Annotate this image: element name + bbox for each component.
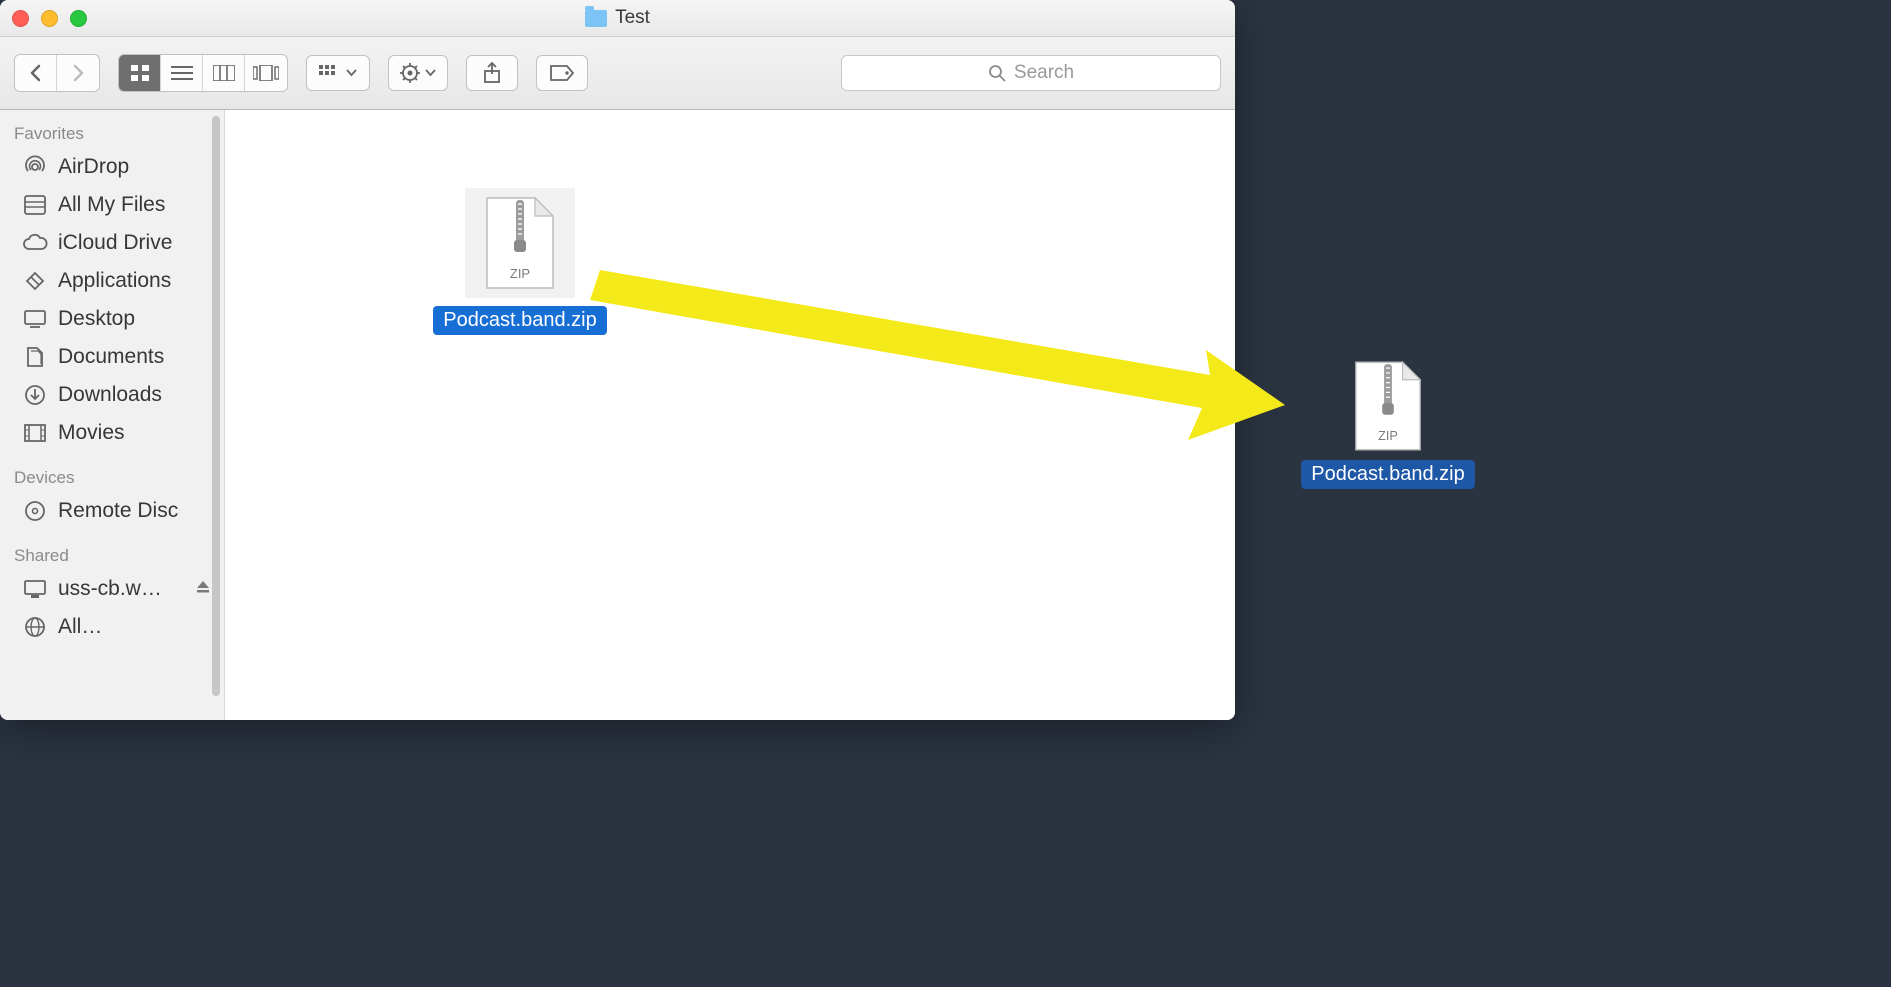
content-area[interactable]: ZIP Podcast.band.zip (225, 110, 1235, 720)
desktop-file-name-label: Podcast.band.zip (1301, 460, 1474, 489)
svg-text:ZIP: ZIP (1378, 429, 1398, 443)
tag-icon (549, 64, 575, 82)
icon-view-button[interactable] (119, 55, 161, 91)
toolbar: Search (0, 37, 1235, 110)
sidebar-item-label: Downloads (58, 383, 162, 407)
sidebar-item-label: iCloud Drive (58, 231, 172, 255)
sidebar-item-movies[interactable]: Movies (0, 414, 224, 452)
sidebar-scrollbar[interactable] (212, 116, 220, 696)
sidebar-item-label: All… (58, 615, 102, 639)
share-icon (482, 62, 502, 84)
sidebar-item-downloads[interactable]: Downloads (0, 376, 224, 414)
grid-icon (130, 64, 150, 82)
documents-icon (22, 344, 48, 370)
sidebar-item-airdrop[interactable]: AirDrop (0, 148, 224, 186)
sidebar-item-shared-all[interactable]: All… (0, 608, 224, 646)
back-button[interactable] (15, 55, 57, 91)
sidebar-item-documents[interactable]: Documents (0, 338, 224, 376)
titlebar: Test (0, 0, 1235, 37)
window-title-text: Test (615, 7, 650, 29)
share-button[interactable] (466, 55, 518, 91)
sidebar-item-label: All My Files (58, 193, 165, 217)
sidebar-item-label: Applications (58, 269, 171, 293)
sidebar-item-shared-server[interactable]: uss-cb.w… (0, 570, 224, 608)
search-field[interactable]: Search (841, 55, 1221, 91)
file-icon-selection: ZIP (465, 188, 575, 298)
tags-button[interactable] (536, 55, 588, 91)
folder-icon (585, 10, 607, 27)
zip-file-icon: ZIP (1352, 360, 1424, 452)
list-icon (171, 65, 193, 81)
applications-icon (22, 268, 48, 294)
disc-icon (22, 498, 48, 524)
sidebar-item-label: Movies (58, 421, 125, 445)
list-view-button[interactable] (161, 55, 203, 91)
desktop-icon (22, 306, 48, 332)
movies-icon (22, 420, 48, 446)
desktop-file-item[interactable]: ZIP Podcast.band.zip (1298, 360, 1478, 489)
sidebar-item-icloud[interactable]: iCloud Drive (0, 224, 224, 262)
svg-text:ZIP: ZIP (510, 266, 530, 281)
sidebar-item-label: AirDrop (58, 155, 129, 179)
computer-icon (22, 576, 48, 602)
window-title: Test (585, 7, 650, 29)
sidebar-section-favorites: Favorites (0, 118, 224, 148)
action-button[interactable] (388, 55, 448, 91)
sidebar-item-desktop[interactable]: Desktop (0, 300, 224, 338)
view-buttons (118, 54, 288, 92)
coverflow-icon (253, 65, 279, 81)
sidebar-section-devices: Devices (0, 462, 224, 492)
sidebar-item-label: Documents (58, 345, 164, 369)
search-icon (988, 64, 1006, 82)
chevron-right-icon (71, 64, 85, 82)
chevron-down-icon (425, 69, 436, 77)
zip-file-icon: ZIP (483, 196, 557, 290)
coverflow-view-button[interactable] (245, 55, 287, 91)
sidebar-item-label: Desktop (58, 307, 135, 331)
file-name-label: Podcast.band.zip (433, 306, 606, 335)
network-icon (22, 614, 48, 640)
nav-buttons (14, 54, 100, 92)
sidebar-section-shared: Shared (0, 540, 224, 570)
arrange-icon (319, 65, 341, 81)
window-close-button[interactable] (12, 10, 29, 27)
chevron-left-icon (29, 64, 43, 82)
window-minimize-button[interactable] (41, 10, 58, 27)
arrange-button[interactable] (306, 55, 370, 91)
sidebar: Favorites AirDrop All My Files iCloud Dr… (0, 110, 225, 720)
sidebar-item-label: Remote Disc (58, 499, 178, 523)
window-body: Favorites AirDrop All My Files iCloud Dr… (0, 110, 1235, 720)
forward-button[interactable] (57, 55, 99, 91)
sidebar-item-label: uss-cb.w… (58, 577, 162, 601)
cloud-icon (22, 230, 48, 256)
file-item[interactable]: ZIP Podcast.band.zip (435, 188, 605, 335)
columns-icon (213, 65, 235, 81)
airdrop-icon (22, 154, 48, 180)
window-controls (12, 10, 87, 27)
column-view-button[interactable] (203, 55, 245, 91)
downloads-icon (22, 382, 48, 408)
window-zoom-button[interactable] (70, 10, 87, 27)
sidebar-item-applications[interactable]: Applications (0, 262, 224, 300)
gear-icon (400, 63, 420, 83)
finder-window: Test (0, 0, 1235, 720)
search-placeholder: Search (1014, 62, 1074, 84)
allmyfiles-icon (22, 192, 48, 218)
chevron-down-icon (346, 69, 357, 77)
sidebar-item-remote-disc[interactable]: Remote Disc (0, 492, 224, 530)
eject-icon[interactable] (196, 580, 210, 599)
sidebar-item-allmyfiles[interactable]: All My Files (0, 186, 224, 224)
